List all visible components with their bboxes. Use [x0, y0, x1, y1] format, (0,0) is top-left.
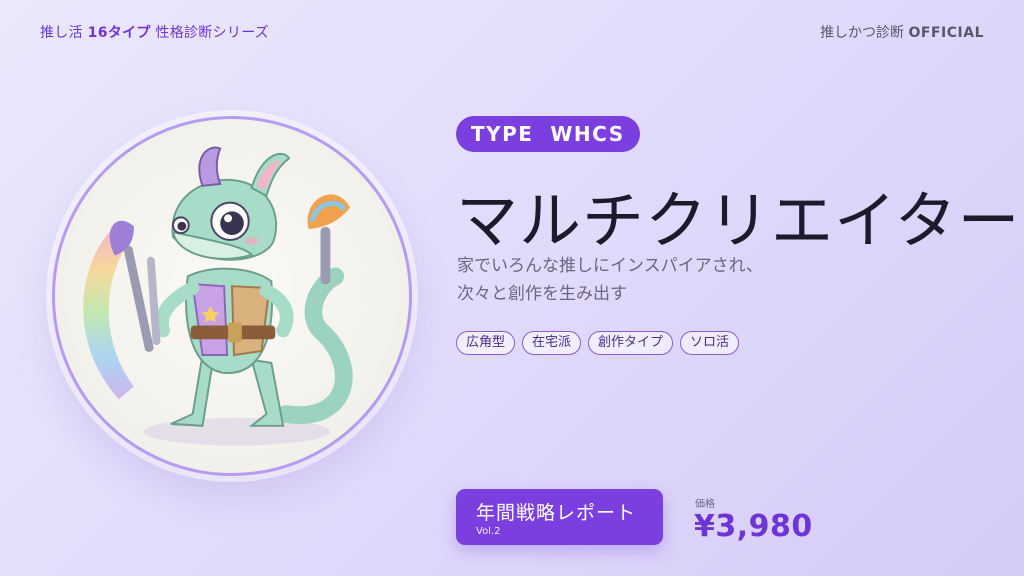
- tag-chip: ソロ活: [680, 331, 740, 355]
- brand-official: OFFICIAL: [908, 25, 984, 41]
- brand-prefix: 推しかつ診断: [820, 25, 909, 41]
- price-label: 価格: [695, 499, 715, 510]
- tag-chip: 創作タイプ: [588, 331, 674, 355]
- brand-label: 推しかつ診断 OFFICIAL: [820, 22, 984, 42]
- type-description: 家でいろんな推しにインスパイアされ、 次々と創作を生み出す: [457, 252, 763, 308]
- description-line-2: 次々と創作を生み出す: [457, 284, 627, 304]
- series-strong: 16タイプ: [87, 25, 151, 41]
- annual-report-button[interactable]: 年間戦略レポート Vol.2: [456, 489, 663, 545]
- series-suffix: 性格診断シリーズ: [150, 25, 270, 41]
- report-button-label: 年間戦略レポート: [476, 502, 637, 524]
- series-prefix: 推し活: [40, 25, 88, 41]
- price-value: ¥3,980: [694, 509, 813, 544]
- description-line-1: 家でいろんな推しにインスパイアされ、: [457, 256, 763, 276]
- character-portrait: [52, 116, 412, 476]
- tag-chip: 広角型: [456, 331, 516, 355]
- series-title: 推し活 16タイプ 性格診断シリーズ: [40, 22, 269, 42]
- type-code-badge: TYPE WHCS: [456, 116, 640, 152]
- chameleon-painter-illustration: [83, 146, 353, 446]
- tag-chip: 在宅派: [522, 331, 582, 355]
- type-name: マルチクリエイター: [456, 184, 1021, 257]
- report-button-volume: Vol.2: [476, 526, 501, 537]
- tag-list: 広角型 在宅派 創作タイプ ソロ活: [456, 331, 740, 355]
